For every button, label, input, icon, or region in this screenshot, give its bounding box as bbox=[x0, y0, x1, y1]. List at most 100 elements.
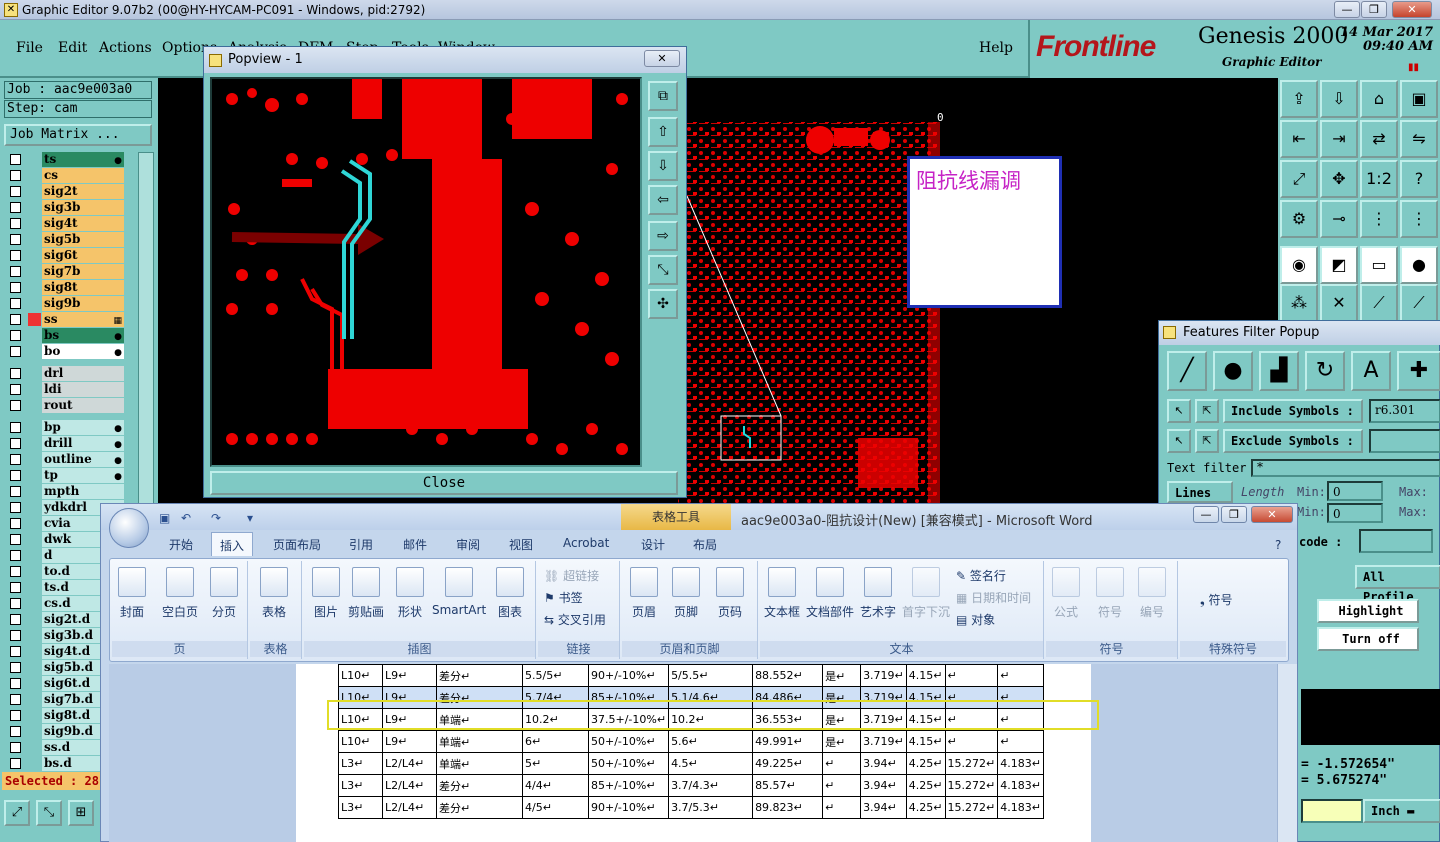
special-symbol-button[interactable]: ❟ 符号 bbox=[1200, 591, 1233, 608]
table-cell[interactable]: 49.991↵ bbox=[752, 730, 824, 753]
layer-checkbox[interactable] bbox=[10, 266, 21, 277]
layer-row[interactable]: sig8t bbox=[6, 280, 124, 295]
center-icon[interactable]: ✥ bbox=[1320, 160, 1358, 198]
layer-checkbox[interactable] bbox=[10, 470, 21, 481]
bookmark-button[interactable]: ⚑ 书签 bbox=[544, 589, 583, 606]
layer-row[interactable]: tp ● bbox=[6, 468, 124, 483]
layer-row[interactable]: sig2t bbox=[6, 184, 124, 199]
popview-pan-right-icon[interactable]: ⇨ bbox=[648, 221, 678, 251]
layer-row[interactable]: cs bbox=[6, 168, 124, 183]
connect-icon[interactable]: ⁂ bbox=[1280, 284, 1318, 322]
all-profile-button[interactable]: All Profile bbox=[1355, 565, 1440, 604]
table-cell[interactable]: 3.719↵ bbox=[860, 664, 907, 687]
layer-row[interactable]: sig5b bbox=[6, 232, 124, 247]
layer-row[interactable]: bp ● bbox=[6, 420, 124, 435]
layer-checkbox[interactable] bbox=[10, 330, 21, 341]
layer-checkbox[interactable] bbox=[10, 646, 21, 657]
table-cell[interactable]: 单端↵ bbox=[436, 730, 523, 753]
layer-checkbox[interactable] bbox=[10, 170, 21, 181]
layer-name[interactable]: sig7b bbox=[42, 264, 124, 279]
layer-name[interactable]: ss ▦ bbox=[42, 312, 124, 327]
layer-checkbox[interactable] bbox=[10, 234, 21, 245]
layer-checkbox[interactable] bbox=[10, 346, 21, 357]
table-cell[interactable]: L10↵ bbox=[338, 730, 383, 753]
width-min-input[interactable]: 0 bbox=[1327, 503, 1383, 523]
layer-checkbox[interactable] bbox=[10, 678, 21, 689]
layer-row[interactable]: sig7b bbox=[6, 264, 124, 279]
layer-checkbox[interactable] bbox=[10, 186, 21, 197]
cross-icon[interactable]: ✕ bbox=[1320, 284, 1358, 322]
menu-help[interactable]: Help bbox=[979, 40, 1013, 56]
turn-off-button[interactable]: Turn off bbox=[1317, 627, 1419, 651]
layer-checkbox[interactable] bbox=[10, 282, 21, 293]
table-cell[interactable]: L2/L4↵ bbox=[382, 796, 437, 819]
datetime-button[interactable]: ▦ 日期和时间 bbox=[956, 589, 1031, 606]
header-button[interactable]: 页眉 bbox=[630, 567, 658, 620]
unit-select[interactable]: Inch ▬ bbox=[1363, 799, 1440, 823]
layer-checkbox[interactable] bbox=[10, 298, 21, 309]
layer-checkbox[interactable] bbox=[10, 218, 21, 229]
layer-row[interactable]: bs ● bbox=[6, 328, 124, 343]
layer-checkbox[interactable] bbox=[10, 154, 21, 165]
table-cell[interactable]: ↵ bbox=[997, 664, 1044, 687]
table-cell[interactable]: 90+/-10%↵ bbox=[587, 664, 670, 687]
popview-pan-down-icon[interactable]: ⇩ bbox=[648, 151, 678, 181]
table-cell[interactable]: 3.94↵ bbox=[860, 796, 907, 819]
popview-zoom-home-icon[interactable]: ⧉ bbox=[648, 81, 678, 111]
table-cell[interactable]: 是↵ bbox=[822, 664, 862, 687]
table-cell[interactable]: L3↵ bbox=[338, 774, 383, 797]
layer-name[interactable]: sig8t bbox=[42, 280, 124, 295]
layers2-icon[interactable]: ⋮ bbox=[1400, 200, 1438, 238]
table-cell[interactable]: 4.25↵ bbox=[905, 796, 946, 819]
menu-edit[interactable]: Edit bbox=[58, 40, 87, 56]
table-cell[interactable]: 15.272↵ bbox=[944, 796, 999, 819]
exclude-symbols-input[interactable] bbox=[1369, 429, 1440, 453]
table-cell[interactable]: 3.94↵ bbox=[860, 774, 907, 797]
highlight-button[interactable]: Highlight bbox=[1317, 599, 1419, 623]
code-input[interactable] bbox=[1359, 529, 1433, 553]
layer-name[interactable]: cs bbox=[42, 168, 124, 183]
tab-layout[interactable]: 布局 bbox=[693, 536, 717, 553]
word-minimize-button[interactable]: — bbox=[1193, 506, 1219, 523]
layer-row[interactable]: drill ● bbox=[6, 436, 124, 451]
table-cell[interactable]: 15.272↵ bbox=[944, 752, 999, 775]
table-cell[interactable]: 3.7/5.3↵ bbox=[668, 796, 754, 819]
layer-row[interactable]: sig3b bbox=[6, 200, 124, 215]
layer-checkbox[interactable] bbox=[10, 400, 21, 411]
layer-checkbox[interactable] bbox=[10, 742, 21, 753]
surface-feature-icon[interactable]: ▟ bbox=[1259, 351, 1299, 391]
line-feature-icon[interactable]: ╱ bbox=[1167, 351, 1207, 391]
redo-icon[interactable]: ↷ bbox=[211, 511, 221, 525]
table-cell[interactable]: 差分↵ bbox=[436, 664, 523, 687]
table-cell[interactable]: 85+/-10%↵ bbox=[587, 774, 670, 797]
layer-row[interactable]: sig4t bbox=[6, 216, 124, 231]
exclude-pick2-icon[interactable]: ⇱ bbox=[1195, 429, 1219, 453]
menu-file[interactable]: File bbox=[16, 40, 43, 56]
include-symbols-input[interactable]: r6.301 bbox=[1369, 399, 1440, 423]
layer-row[interactable]: outline ● bbox=[6, 452, 124, 467]
signature-line-button[interactable]: ✎ 签名行 bbox=[956, 567, 1006, 584]
layer-row[interactable]: ts ● bbox=[6, 152, 124, 167]
table-cell[interactable]: 3.7/4.3↵ bbox=[668, 774, 754, 797]
table-cell[interactable]: 5.5/5↵ bbox=[522, 664, 589, 687]
wordart-button[interactable]: 艺术字 bbox=[860, 567, 896, 620]
layer-checkbox[interactable] bbox=[10, 250, 21, 261]
layer-row[interactable]: drl bbox=[6, 366, 124, 381]
lines-toggle[interactable]: Lines bbox=[1167, 481, 1233, 503]
table-cell[interactable]: 4/4↵ bbox=[522, 774, 589, 797]
popview-pan-up-icon[interactable]: ⇧ bbox=[648, 117, 678, 147]
table-cell[interactable]: 5↵ bbox=[522, 752, 589, 775]
key-icon[interactable]: ⊸ bbox=[1320, 200, 1358, 238]
layer-checkbox[interactable] bbox=[10, 662, 21, 673]
layer-name[interactable]: sig4t bbox=[42, 216, 124, 231]
object-button[interactable]: ▤ 对象 bbox=[956, 611, 995, 628]
table-cell[interactable]: L3↵ bbox=[338, 752, 383, 775]
layer-checkbox[interactable] bbox=[10, 384, 21, 395]
layers-icon[interactable]: ⋮ bbox=[1360, 200, 1398, 238]
layer-name[interactable]: ldi bbox=[42, 382, 124, 397]
tab-page-layout[interactable]: 页面布局 bbox=[273, 536, 321, 553]
word-close-button[interactable]: ✕ bbox=[1251, 506, 1293, 523]
layer-checkbox[interactable] bbox=[10, 694, 21, 705]
status-input[interactable] bbox=[1301, 799, 1363, 823]
equation-button[interactable]: 公式 bbox=[1052, 567, 1080, 620]
